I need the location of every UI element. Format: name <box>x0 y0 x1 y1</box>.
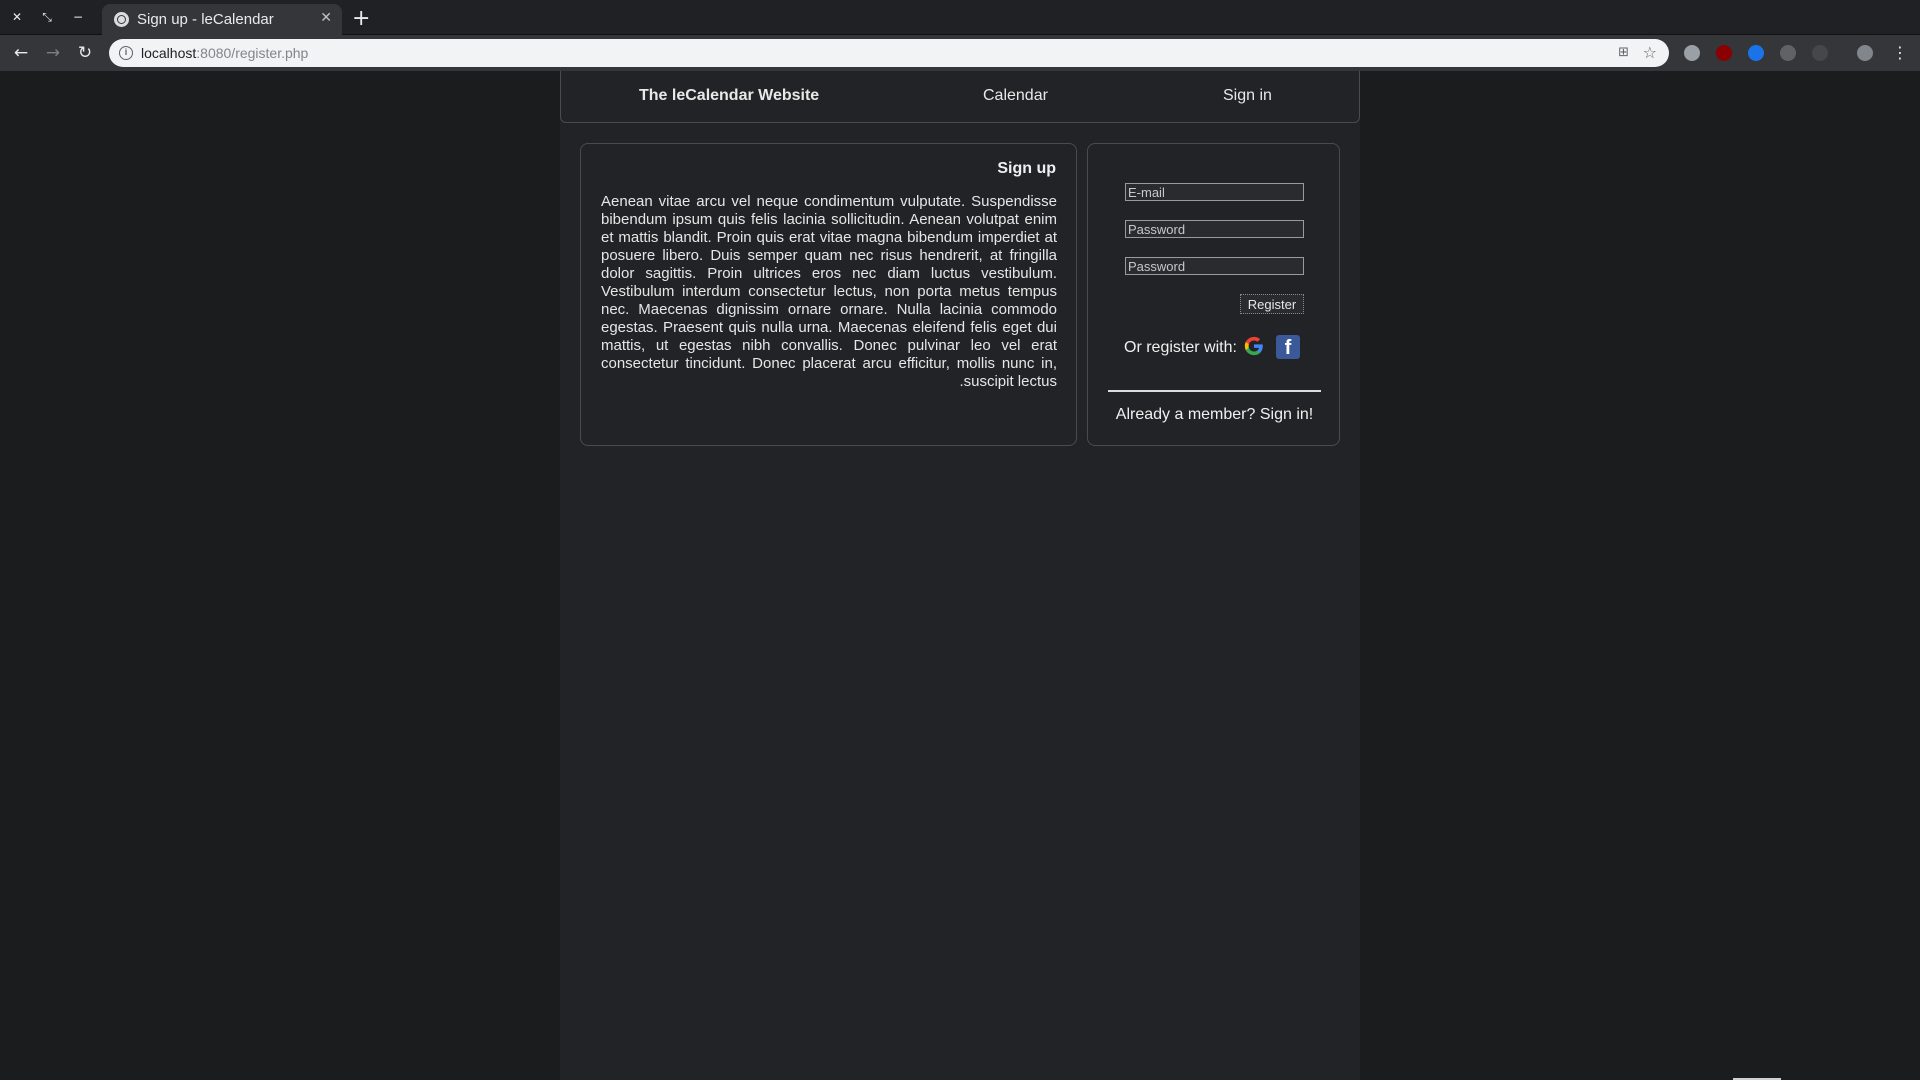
password-confirm-field[interactable] <box>1125 257 1304 275</box>
reload-icon[interactable]: ↻ <box>75 43 95 63</box>
forward-icon[interactable]: → <box>43 43 63 63</box>
minimize-icon[interactable]: − <box>70 9 86 25</box>
tab-title: Sign up - leCalendar <box>137 11 274 28</box>
email-field[interactable] <box>1125 183 1304 201</box>
url-host: localhost <box>141 45 197 61</box>
browser-tab[interactable]: Sign up - leCalendar ✕ <box>102 4 342 35</box>
already-member-link[interactable]: Already a member? Sign in! <box>1088 406 1341 424</box>
signup-description: Aenean vitae arcu vel neque condimentum … <box>601 193 1057 390</box>
browser-menu-icon[interactable]: ⋮ <box>1892 43 1908 62</box>
history-icon[interactable] <box>1812 45 1828 61</box>
extension-mask-icon[interactable] <box>1780 45 1796 61</box>
facebook-icon[interactable]: f <box>1276 335 1300 359</box>
close-window-icon[interactable]: ✕ <box>9 9 25 25</box>
page-viewport: The leCalendar Website Calendar Sign in … <box>0 71 1920 1080</box>
info-icon[interactable]: i <box>119 46 133 60</box>
restore-icon[interactable]: ⤡ <box>39 9 55 25</box>
translate-icon[interactable]: ⊞ <box>1618 45 1629 60</box>
browser-tabstrip: ✕ ⤡ − Sign up - leCalendar ✕ + <box>0 0 1920 35</box>
extension-s-icon[interactable] <box>1748 45 1764 61</box>
or-register-label: Or register with: <box>1124 339 1237 356</box>
star-icon[interactable]: ☆ <box>1643 43 1657 62</box>
site-navbar: The leCalendar Website Calendar Sign in <box>560 71 1360 123</box>
new-tab-button[interactable]: + <box>352 6 370 31</box>
register-button[interactable]: Register <box>1240 294 1304 314</box>
url-text[interactable]: localhost:8080/register.php <box>141 45 308 61</box>
extension-icon[interactable] <box>1684 45 1700 61</box>
globe-icon <box>114 12 129 27</box>
password-field[interactable] <box>1125 220 1304 238</box>
brand-link[interactable]: The leCalendar Website <box>639 87 819 105</box>
divider <box>1108 390 1321 392</box>
ublock-icon[interactable] <box>1716 45 1732 61</box>
profile-avatar[interactable] <box>1857 45 1873 61</box>
browser-toolbar: ← → ↻ i localhost:8080/register.php ⊞ ☆ … <box>0 35 1920 71</box>
back-icon[interactable]: ← <box>11 43 31 63</box>
signup-heading: Sign up <box>997 160 1056 177</box>
address-bar[interactable]: i localhost:8080/register.php ⊞ ☆ <box>109 39 1669 67</box>
calendar-link[interactable]: Calendar <box>983 87 1048 105</box>
register-form: Register Or register with: f Already a m… <box>1087 143 1340 446</box>
sign-in-link[interactable]: Sign in <box>1223 87 1272 105</box>
info-card: Sign up Aenean vitae arcu vel neque cond… <box>580 143 1077 446</box>
tab-close-icon[interactable]: ✕ <box>320 10 332 26</box>
url-path: :8080/register.php <box>196 45 309 61</box>
google-icon[interactable] <box>1243 335 1265 357</box>
